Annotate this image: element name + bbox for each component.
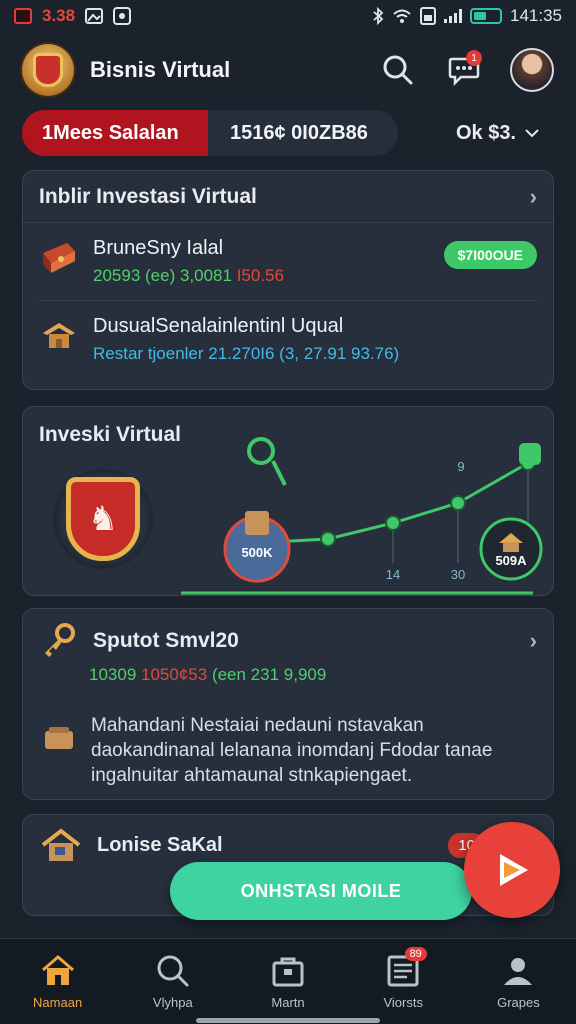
nav-label: Viorsts xyxy=(383,995,423,1010)
line-chart: 500K 509A 14 30 9 xyxy=(181,437,543,595)
chart-x-tick-label: 14 xyxy=(386,567,400,582)
play-icon xyxy=(500,854,528,886)
target-icon-stem xyxy=(271,460,287,486)
list-item[interactable]: DusualSenalainlentinl Uqual Restar tjoen… xyxy=(23,301,553,378)
chevron-right-icon: › xyxy=(529,183,537,209)
home-indicator xyxy=(196,1018,380,1023)
list-item[interactable]: BruneSny Ialal 20593 (ee) 3,0081 I50.56 … xyxy=(23,223,553,300)
chevron-right-icon: › xyxy=(529,628,537,653)
card-title: Inblir Investasi Virtual xyxy=(39,184,257,208)
treasure-chest-icon xyxy=(39,237,79,277)
nav-label: Martn xyxy=(271,995,305,1010)
shield-icon xyxy=(33,53,63,87)
currency-dropdown[interactable]: Ok $3. xyxy=(456,122,554,145)
house-icon-base xyxy=(503,542,519,552)
chart-point xyxy=(450,495,466,511)
balance-label[interactable]: 1Mees Salalan xyxy=(22,110,208,156)
investment-list-card: Inblir Investasi Virtual › BruneSny Iala… xyxy=(22,170,554,390)
nav-label: Namaan xyxy=(33,995,83,1010)
notification-icon xyxy=(14,8,32,24)
battery-icon xyxy=(470,8,502,24)
app-status-icon xyxy=(113,7,132,25)
status-left-text: 3.38 xyxy=(42,6,76,25)
chat-button[interactable]: 1 xyxy=(444,50,484,90)
business-card: Sputot Smvl20 › 10309 1050¢53 (een 231 9… xyxy=(22,608,554,800)
currency-label: Ok $3. xyxy=(455,121,516,144)
chart-x-tick-label: 30 xyxy=(451,567,465,582)
status-badge: $7I00OUE xyxy=(443,241,537,269)
description-text: Mahandani Nestaiai nedauni nstavakan dao… xyxy=(91,715,493,786)
user-avatar[interactable] xyxy=(510,48,554,92)
wifi-icon xyxy=(393,9,411,23)
house-roof-icon xyxy=(39,315,79,355)
app-title: Bisnis Virtual xyxy=(90,57,231,82)
chart-end-marker xyxy=(519,443,541,465)
target-icon xyxy=(247,437,275,465)
chart-peak-label: 9 xyxy=(457,459,464,474)
app-logo xyxy=(22,44,74,96)
app-header: Bisnis Virtual 1 xyxy=(0,36,576,104)
balance-bar: 1Mees Salalan 1516¢ 0I0ZB86 Ok $3. xyxy=(22,110,554,156)
home-icon xyxy=(41,955,74,985)
nav-profile[interactable]: Grapes xyxy=(461,939,576,1024)
item-subtitle: Restar tjoenler 21.270I6 (3, 27.91 93.76… xyxy=(93,344,400,363)
business-description: Mahandani Nestaiai nedauni nstavakan dao… xyxy=(23,685,553,788)
image-icon xyxy=(85,8,104,24)
sim-icon xyxy=(420,7,436,25)
coin-bag-icon xyxy=(245,511,269,535)
profile-icon xyxy=(504,958,533,985)
nav-search[interactable]: Vlyhpa xyxy=(115,939,230,1024)
card-title: Sputot Smvl20 xyxy=(93,629,239,652)
end-label: 509A xyxy=(495,553,527,568)
bluetooth-icon xyxy=(373,7,384,25)
primary-cta-button[interactable]: ONHSTASI MOILE xyxy=(170,862,472,920)
status-time: 141:35 xyxy=(510,6,562,25)
knight-shield-icon: ♞ xyxy=(66,477,140,561)
search-icon xyxy=(383,55,413,85)
item-subtitle: 20593 (ee) 3,0081 I50.56 xyxy=(93,266,284,285)
item-title: DusualSenalainlentinl Uqual xyxy=(93,315,344,337)
nav-label: Grapes xyxy=(497,995,540,1010)
emblem: ♞ xyxy=(53,469,153,569)
nav-home[interactable]: Namaan xyxy=(0,939,115,1024)
chart-point xyxy=(320,531,336,547)
balance-value: 1516¢ 0I0ZB86 xyxy=(230,121,368,144)
nav-shop[interactable]: Martn xyxy=(230,939,345,1024)
wallet-icon xyxy=(45,727,73,749)
search-button[interactable] xyxy=(378,50,418,90)
key-icon xyxy=(45,623,75,657)
search-icon xyxy=(157,955,189,987)
signal-icon xyxy=(444,9,462,23)
shop-icon xyxy=(272,957,304,987)
nav-label: Vlyhpa xyxy=(152,995,193,1010)
balance-pill: 1Mees Salalan 1516¢ 0I0ZB86 xyxy=(22,110,398,156)
chart-point xyxy=(385,515,401,531)
investment-chart-card: Inveski Virtual ♞ 500K 509A 14 30 9 xyxy=(22,406,554,596)
business-card-header[interactable]: Sputot Smvl20 › xyxy=(23,609,553,673)
bottom-navigation: Namaan Vlyhpa Martn 89 Viorsts Grapes xyxy=(0,938,576,1024)
nav-badge: 89 xyxy=(404,947,427,961)
house-icon xyxy=(41,828,81,861)
play-fab-button[interactable] xyxy=(464,822,560,918)
start-label: 500K xyxy=(241,545,273,560)
notification-badge: 1 xyxy=(466,50,482,66)
investment-list-header[interactable]: Inblir Investasi Virtual › xyxy=(23,171,553,223)
chevron-down-icon xyxy=(525,129,539,138)
nav-reports[interactable]: 89 Viorsts xyxy=(346,939,461,1024)
business-stats: 10309 1050¢53 (een 231 9,909 xyxy=(89,665,327,684)
card-title: Lonise SaKal xyxy=(97,833,223,856)
status-bar: 3.38 141:35 xyxy=(0,0,576,32)
item-title: BruneSny Ialal xyxy=(93,237,224,259)
